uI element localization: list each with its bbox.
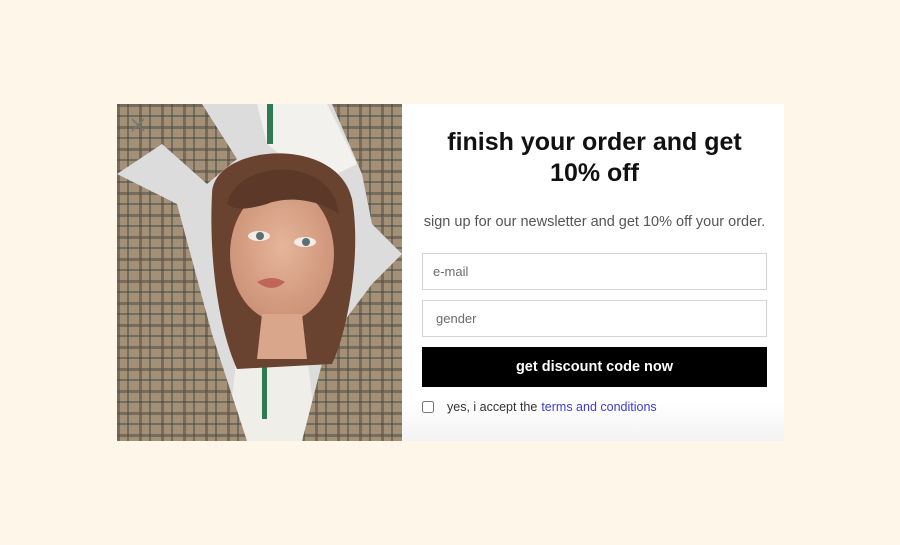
model-photo [117,104,402,441]
title-line-2: 10% off [550,159,639,187]
gender-input[interactable] [422,300,767,337]
title-line-1: finish your order and get [447,128,742,156]
close-button[interactable] [127,114,149,136]
popup-title: finish your order and get 10% off [422,127,767,189]
newsletter-popup: finish your order and get 10% off sign u… [117,104,784,441]
terms-link[interactable]: terms and conditions [541,400,656,414]
popup-subtitle: sign up for our newsletter and get 10% o… [423,214,766,230]
email-input[interactable] [422,253,767,290]
consent-row: yes, i accept the terms and conditions [422,400,767,414]
signup-panel: finish your order and get 10% off sign u… [402,104,784,441]
consent-checkbox[interactable] [422,401,434,413]
close-icon [131,118,145,132]
photo-illustration [117,104,402,441]
consent-text: yes, i accept the [447,400,538,414]
page-background: finish your order and get 10% off sign u… [0,0,900,545]
get-discount-button[interactable]: get discount code now [422,347,767,387]
